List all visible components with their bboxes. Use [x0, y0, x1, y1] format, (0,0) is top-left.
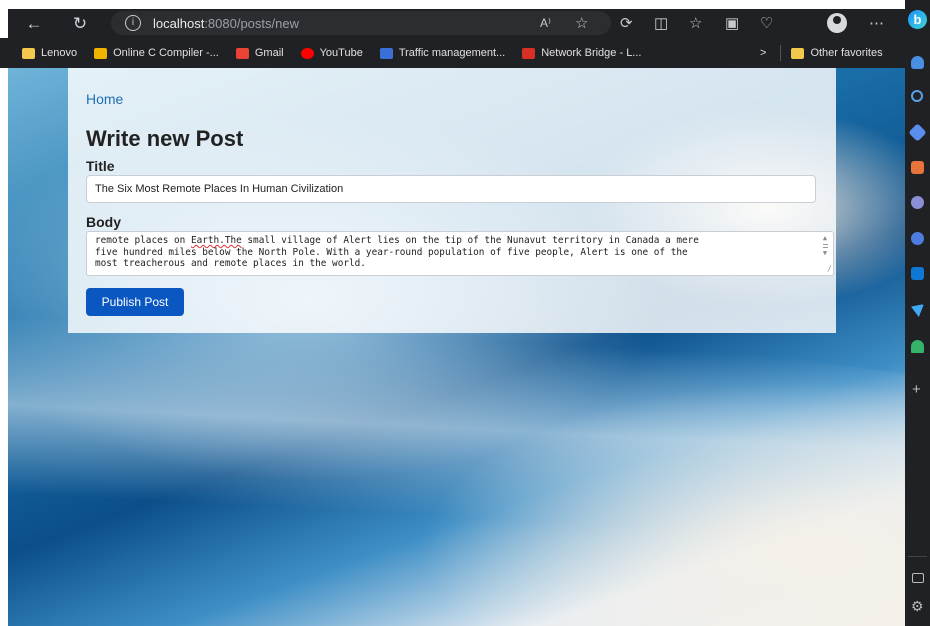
address-bar[interactable]: i localhost:8080/posts/new [111, 11, 611, 35]
outlook-icon[interactable] [911, 267, 924, 280]
bell-icon[interactable] [911, 56, 924, 69]
favorite-online-c-compiler[interactable]: Online C Compiler -... [94, 47, 219, 59]
site-info-icon[interactable]: i [125, 15, 141, 31]
favorite-network-bridge[interactable]: Network Bridge - L... [522, 47, 641, 59]
browser-toolbar: ← ↻ i localhost:8080/posts/new A⁾ ☆ ⟳ ◫ … [8, 9, 905, 38]
panel-icon[interactable] [912, 573, 924, 583]
favorites-overflow-chevron-icon[interactable]: > [760, 47, 766, 59]
favorite-label: Gmail [254, 47, 284, 59]
back-arrow-icon[interactable]: ← [20, 14, 48, 34]
scroll-up-icon[interactable]: ▲ [819, 234, 831, 243]
collections-icon[interactable]: ▣ [725, 14, 739, 32]
new-post-form: Home Write new Post Title Body remote pl… [68, 68, 836, 333]
health-icon[interactable]: ♡ [760, 14, 773, 32]
body-label: Body [86, 214, 121, 230]
favorite-lenovo[interactable]: Lenovo [22, 47, 77, 59]
home-link[interactable]: Home [86, 91, 123, 107]
favorites-bar: Lenovo Online C Compiler -... Gmail YouT… [0, 38, 905, 68]
briefcase-icon[interactable] [911, 161, 924, 174]
body-line: most treacherous and remote places in th… [95, 258, 366, 269]
read-aloud-icon[interactable]: A⁾ [540, 16, 551, 30]
body-line: five hundred miles below the North Pole.… [95, 246, 688, 258]
url-text[interactable]: localhost:8080/posts/new [153, 16, 299, 31]
favorite-label: Lenovo [41, 47, 78, 59]
extensions-icon[interactable]: ⟳ [620, 14, 633, 32]
lightning-icon [94, 47, 108, 59]
favorite-gmail[interactable]: Gmail [235, 47, 284, 59]
favorite-youtube[interactable]: YouTube [300, 47, 363, 59]
favorite-label: Online C Compiler -... [113, 47, 219, 59]
browser-sidebar: b + ⚙ [905, 0, 930, 626]
sidebar-divider [908, 556, 927, 557]
spellcheck-word: Earth.The [190, 235, 242, 246]
favorite-star-icon[interactable]: ☆ [575, 14, 588, 32]
send-icon[interactable] [911, 304, 924, 317]
profile-avatar-icon[interactable] [827, 13, 847, 33]
split-screen-icon[interactable]: ◫ [654, 14, 668, 32]
favorites-divider [780, 45, 782, 61]
more-menu-icon[interactable]: ⋯ [869, 14, 884, 32]
publish-post-button[interactable]: Publish Post [86, 288, 184, 316]
tree-icon[interactable] [911, 340, 924, 353]
people-icon[interactable] [911, 196, 924, 209]
gmail-icon [235, 47, 249, 59]
title-input[interactable] [86, 175, 816, 203]
body-textarea[interactable]: remote places on Earth.The small village… [86, 231, 834, 276]
games-icon[interactable] [911, 232, 924, 245]
network-m-icon [522, 47, 536, 59]
settings-icon[interactable]: ⚙ [911, 598, 924, 615]
favorites-list-icon[interactable]: ☆ [689, 14, 702, 32]
folder-icon [22, 47, 35, 59]
favorites-right: > Other favorites [760, 38, 900, 68]
scroll-thumb[interactable] [822, 244, 828, 248]
resize-grip-icon[interactable]: ∕ [827, 263, 832, 275]
background-glow [388, 368, 905, 626]
scroll-down-icon[interactable]: ▼ [819, 249, 831, 258]
youtube-icon [300, 47, 314, 59]
tag-icon[interactable] [908, 123, 927, 142]
site-s-icon [379, 47, 393, 59]
bing-icon[interactable]: b [908, 10, 927, 29]
favorite-label: Traffic management... [398, 47, 506, 59]
add-icon[interactable]: + [912, 381, 921, 398]
other-favorites-label: Other favorites [810, 47, 883, 59]
page-title: Write new Post [86, 126, 244, 151]
title-label: Title [86, 158, 115, 174]
page-viewport: Home Write new Post Title Body remote pl… [8, 68, 905, 626]
favorite-traffic-management[interactable]: Traffic management... [379, 47, 506, 59]
refresh-icon[interactable]: ↻ [66, 14, 94, 34]
favorite-label: Network Bridge - L... [541, 47, 642, 59]
body-line: remote places on Earth.The small village… [95, 235, 699, 246]
other-favorites-folder[interactable]: Other favorites [791, 47, 883, 59]
folder-icon [791, 47, 805, 59]
search-icon[interactable] [911, 90, 923, 102]
favorite-label: YouTube [319, 47, 363, 59]
